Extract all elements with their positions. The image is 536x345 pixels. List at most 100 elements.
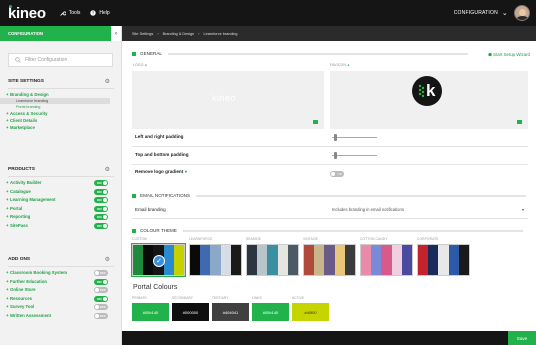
top-bottom-padding-slider[interactable] bbox=[332, 152, 377, 159]
sidebar-item-online-store[interactable]: + Online Store OFF bbox=[0, 286, 122, 295]
toggle-switch[interactable]: OFF bbox=[94, 312, 108, 319]
left-right-padding-label: Left and right padding bbox=[135, 134, 184, 139]
sidebar-item-resources[interactable]: + Resources ON bbox=[0, 295, 122, 304]
sidebar-item-portal[interactable]: + Portal ON bbox=[0, 205, 122, 214]
sidebar-item-branding-design[interactable]: + Branding & Design bbox=[0, 91, 122, 98]
toggle-switch[interactable]: OFF bbox=[94, 270, 108, 276]
toggle-switch[interactable]: ON bbox=[94, 222, 108, 229]
theme-swatch[interactable]: ✓ bbox=[131, 243, 186, 277]
sidebar-item-activity-builder[interactable]: + Activity Builder ON bbox=[0, 179, 122, 188]
toggle-switch[interactable]: ON bbox=[94, 214, 108, 220]
image-edit-icon[interactable] bbox=[517, 120, 522, 124]
toggle-knob bbox=[95, 313, 99, 318]
theme-option[interactable]: CUSTOM ✓ bbox=[131, 237, 186, 277]
swatch-color bbox=[133, 245, 144, 275]
image-edit-icon[interactable] bbox=[313, 120, 318, 124]
theme-option[interactable]: CORPORATE bbox=[417, 237, 470, 276]
remove-gradient-text: Remove logo gradient bbox=[135, 169, 184, 174]
theme-swatch[interactable] bbox=[360, 244, 413, 276]
swatch-color bbox=[418, 245, 429, 275]
colour-chip[interactable]: #d0f00 bbox=[292, 303, 329, 321]
left-right-padding-slider[interactable] bbox=[332, 134, 377, 141]
theme-option[interactable]: COTTON CANDY bbox=[360, 237, 413, 276]
configuration-menu[interactable]: CONFIGURATION ⌄ bbox=[454, 0, 508, 26]
avatar[interactable] bbox=[514, 5, 530, 21]
toggle-text: ON bbox=[97, 279, 102, 284]
theme-option[interactable]: VINTAGE bbox=[303, 237, 356, 276]
search-icon bbox=[15, 57, 21, 63]
sidebar-item-classroom-booking[interactable]: + Classroom Booking System OFF bbox=[0, 269, 122, 278]
chevron-down-icon[interactable]: ▾ bbox=[522, 207, 524, 212]
info-icon[interactable]: ● bbox=[185, 169, 188, 174]
start-setup-wizard-link[interactable]: ⬢ Start Setup Wizard bbox=[488, 52, 530, 58]
theme-swatch[interactable] bbox=[189, 244, 242, 276]
info-icon[interactable]: ● bbox=[145, 63, 147, 67]
breadcrumb-site-settings[interactable]: Site Settings bbox=[132, 32, 153, 36]
colour-chip[interactable]: #404041 bbox=[212, 303, 249, 321]
expand-icon: + bbox=[6, 125, 9, 130]
colour-chip[interactable]: #00b140 bbox=[252, 303, 289, 321]
toggle-knob bbox=[331, 172, 335, 176]
collapse-sidebar-button[interactable]: ‹ bbox=[111, 26, 121, 41]
section-rule bbox=[196, 194, 527, 197]
toggle-switch[interactable]: OFF bbox=[94, 287, 108, 293]
toggle-text: OFF bbox=[100, 313, 106, 318]
nav-label: Resources bbox=[10, 295, 32, 301]
colour-chip[interactable]: #00b140 bbox=[132, 303, 169, 321]
tools-menu[interactable]: Tools bbox=[59, 10, 80, 16]
info-icon[interactable]: ● bbox=[347, 63, 349, 67]
swatch-color bbox=[190, 245, 201, 275]
expand-icon: + bbox=[6, 118, 9, 123]
swatch-color bbox=[361, 245, 372, 275]
sidebar-item-written-assessment[interactable]: + Written Assessment OFF bbox=[0, 312, 122, 321]
theme-option[interactable]: LEARNFORCE bbox=[189, 237, 242, 276]
products-title: PRODUCTS ⚙ bbox=[0, 166, 122, 174]
gear-icon[interactable]: ⚙ bbox=[105, 78, 110, 86]
checkmark-icon: ✓ bbox=[153, 255, 165, 267]
toggle-switch[interactable]: OFF bbox=[94, 304, 108, 310]
sidebar-item-marketplace[interactable]: + Marketplace bbox=[0, 124, 122, 131]
toggle-text: OFF bbox=[100, 288, 106, 292]
favicon-upload-box[interactable]: k bbox=[330, 71, 528, 129]
swatch-color bbox=[344, 245, 356, 275]
sidebar-item-reporting[interactable]: + Reporting ON bbox=[0, 213, 122, 222]
colour-chip[interactable]: #000000 bbox=[172, 303, 209, 321]
sidebar-item-access-security[interactable]: + Access & Security bbox=[0, 110, 122, 117]
gear-icon[interactable]: ⚙ bbox=[105, 166, 110, 174]
theme-swatch[interactable] bbox=[417, 244, 470, 276]
breadcrumb-current: Learnforce branding bbox=[203, 31, 238, 36]
nav-label: Branding & Design bbox=[10, 92, 49, 97]
swatch-color bbox=[304, 245, 315, 275]
save-button[interactable]: Save bbox=[508, 331, 536, 345]
sidebar-item-learning-management[interactable]: + Learning Management ON bbox=[0, 196, 122, 205]
theme-section-title: COLOUR THEME bbox=[132, 228, 523, 233]
toggle-switch[interactable]: ON bbox=[94, 295, 108, 302]
theme-option[interactable]: SEASIDE bbox=[246, 237, 299, 276]
slider-handle[interactable] bbox=[334, 152, 337, 159]
filter-input[interactable]: Filter Configuration bbox=[8, 53, 113, 67]
sidebar-item-survey-tool[interactable]: + Survey Tool OFF bbox=[0, 303, 122, 312]
logo-upload-box[interactable]: kineo bbox=[132, 71, 324, 129]
theme-swatch[interactable] bbox=[303, 244, 356, 276]
toggle-switch[interactable]: ON bbox=[94, 197, 108, 203]
sidebar-item-catalogue[interactable]: + Catalogue ON bbox=[0, 188, 122, 197]
toggle-switch[interactable]: ON bbox=[94, 180, 108, 186]
colour-label: TERTIARY bbox=[212, 296, 229, 300]
slider-handle[interactable] bbox=[334, 134, 337, 141]
theme-swatch[interactable] bbox=[246, 244, 299, 276]
toggle-switch[interactable]: ON bbox=[94, 188, 108, 195]
sidebar-item-sitepass[interactable]: + SitePass ON bbox=[0, 222, 122, 231]
kineo-logo[interactable]: kineo bbox=[8, 4, 46, 22]
remove-gradient-toggle[interactable]: NO bbox=[330, 171, 344, 177]
toggle-switch[interactable]: ON bbox=[94, 205, 108, 212]
toggle-switch[interactable]: ON bbox=[94, 278, 108, 285]
email-branding-select[interactable]: Includes branding in email notifications bbox=[332, 207, 404, 212]
toggle-text: ON bbox=[97, 215, 102, 219]
help-menu[interactable]: ? Help bbox=[90, 10, 110, 16]
nav-label: Marketplace bbox=[10, 125, 35, 130]
sidebar-item-client-details[interactable]: + Client Details bbox=[0, 117, 122, 124]
divider bbox=[8, 176, 114, 177]
sidebar-item-further-education[interactable]: + Further Education ON bbox=[0, 278, 122, 287]
breadcrumb-branding-design[interactable]: Branding & Design bbox=[163, 32, 195, 36]
gear-icon[interactable]: ⚙ bbox=[105, 256, 110, 264]
